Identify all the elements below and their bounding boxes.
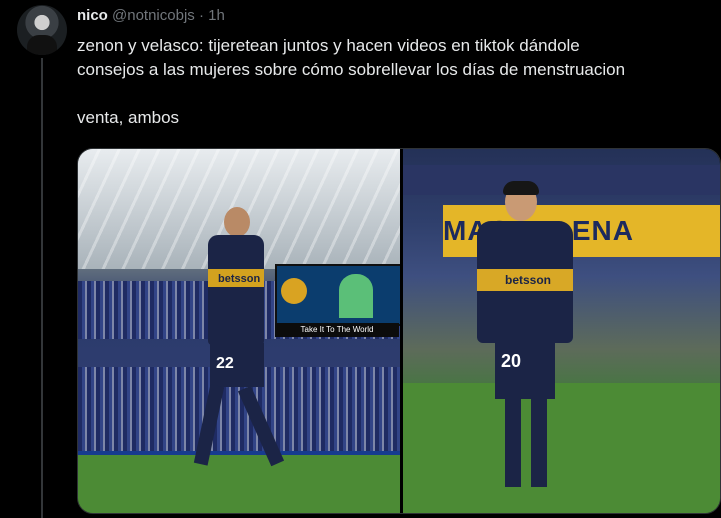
tweet-text-line-2: consejos a las mujeres sobre cómo sobrel… [77,60,626,79]
tweet-text: zenon y velasco: tijeretean juntos y hac… [77,34,707,130]
photo-right[interactable]: MAGDALENA betsson 20 [403,149,720,513]
scoreboard-screen [275,264,400,326]
player-head [224,207,250,237]
player-leg [193,384,225,466]
tweet-header: nico @notnicobjs · 1h [77,7,225,24]
shirt-sponsor: betsson [218,273,261,285]
tweet-text-line-1: zenon y velasco: tijeretean juntos y hac… [77,36,580,55]
separator-dot: · [198,7,204,24]
author-handle[interactable]: @notnicobjs [112,7,195,24]
player-leg [505,397,521,487]
screen-goalkeeper [339,274,373,318]
player-leg [531,397,547,487]
player-leg [237,385,285,467]
tweet-media: Take It To The World betsson 22 MAGDALEN… [77,148,721,514]
avatar-figure [27,35,57,55]
shorts-number: 22 [216,355,234,372]
player-left: betsson 22 [193,207,286,493]
player-shirt [208,235,264,345]
player-right: betsson 20 [465,181,585,513]
shorts-number: 20 [501,351,522,371]
player-hair [503,181,539,195]
player-shorts: 22 [210,343,264,387]
shirt-sponsor: betsson [505,273,552,287]
tweet-timestamp[interactable]: 1h [208,7,225,24]
author-name[interactable]: nico [77,7,108,24]
screen-caption: Take It To The World [275,323,399,337]
player-shorts: 20 [495,343,555,399]
avatar[interactable] [17,5,67,55]
tweet-text-line-3: venta, ambos [77,108,180,127]
thread-line [41,58,43,518]
photo-left[interactable]: Take It To The World betsson 22 [78,149,400,513]
